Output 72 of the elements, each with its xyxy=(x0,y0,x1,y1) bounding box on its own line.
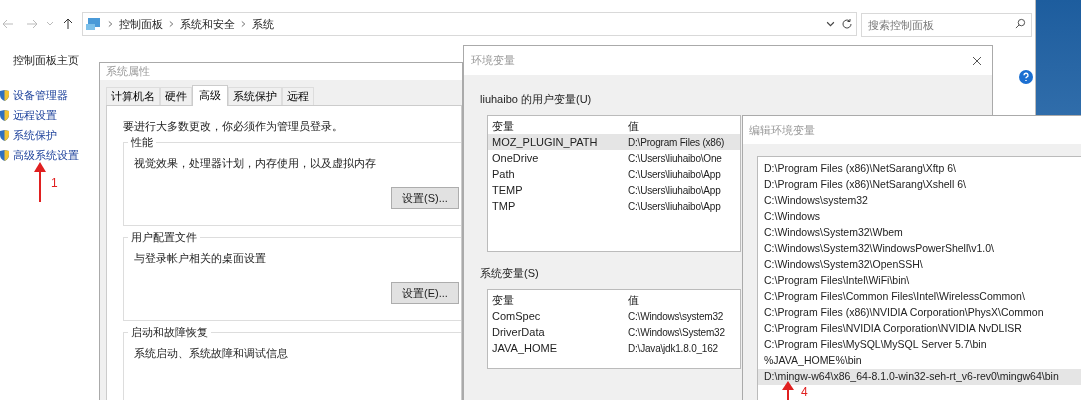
path-entry[interactable]: C:\Program Files\NVIDIA Corporation\NVIDIA NvDLISR xyxy=(758,321,1081,337)
chevron-icon xyxy=(241,20,246,28)
window-title: 环境变量 xyxy=(471,53,515,69)
sidebar-link[interactable]: 设备管理器 xyxy=(13,86,68,104)
search-icon xyxy=(1015,18,1026,29)
path-entry[interactable]: C:\Program Files\Common Files\Intel\WirelessCommon\ xyxy=(758,289,1081,305)
annotation-arrow xyxy=(782,381,794,400)
up-icon[interactable] xyxy=(62,18,74,30)
breadcrumb-item[interactable]: 控制面板 xyxy=(119,15,163,33)
group-title: 启动和故障恢复 xyxy=(128,325,211,339)
chevron-icon xyxy=(169,20,174,28)
list-row[interactable]: JAVA_HOME D:\Java\jdk1.8.0_162 xyxy=(488,340,740,356)
path-entry[interactable]: C:\Program Files\Intel\WiFi\bin\ xyxy=(758,273,1081,289)
group-title: 性能 xyxy=(128,135,156,149)
column-header: 变量 xyxy=(491,118,515,134)
chevron-icon xyxy=(108,20,113,28)
tab[interactable]: 远程 xyxy=(282,86,314,105)
list-row[interactable]: ComSpec C:\Windows\system32 xyxy=(488,308,740,324)
settings-button[interactable]: 设置(S)... xyxy=(391,187,459,209)
close-icon[interactable] xyxy=(972,55,982,66)
path-entry[interactable]: C:\Program Files\MySQL\MySQL Server 5.7\bin xyxy=(758,337,1081,353)
list-row[interactable]: DriverData C:\Windows\System32 xyxy=(488,324,740,340)
help-icon[interactable] xyxy=(1019,70,1033,84)
path-entry[interactable]: C:\Program Files (x86)\NVIDIA Corporation\PhysX\Common xyxy=(758,305,1081,321)
control-panel-icon xyxy=(86,17,102,31)
path-entry[interactable]: C:\Windows\System32\OpenSSH\ xyxy=(758,257,1081,273)
breadcrumb-item[interactable]: 系统 xyxy=(252,15,274,33)
annotation-arrow xyxy=(34,162,46,202)
sidebar-link[interactable]: 高级系统设置 xyxy=(13,146,79,164)
tab[interactable]: 计算机名 xyxy=(106,86,160,105)
group-title: 用户配置文件 xyxy=(128,230,200,244)
path-entry[interactable]: D:\mingw-w64\x86_64-8.1.0-win32-seh-rt_v6-rev0\mingw64\bin xyxy=(758,369,1081,385)
address-bar[interactable]: 控制面板 系统和安全 系统 xyxy=(82,12,857,36)
annotation-number: 1 xyxy=(51,176,58,190)
list-row[interactable]: Path C:\Users\liuhaibo\App xyxy=(488,166,740,182)
group-description: 与登录帐户相关的桌面设置 xyxy=(134,251,267,266)
column-header: 变量 xyxy=(491,292,515,308)
tab[interactable]: 高级 xyxy=(192,84,228,106)
path-entry[interactable]: %JAVA_HOME%\bin xyxy=(758,353,1081,369)
tab[interactable]: 硬件 xyxy=(160,86,192,105)
path-entry[interactable]: C:\Windows\system32 xyxy=(758,193,1081,209)
sidebar-link[interactable]: 系统保护 xyxy=(13,126,57,144)
list-row[interactable]: TEMP C:\Users\liuhaibo\App xyxy=(488,182,740,198)
shield-icon xyxy=(0,89,9,101)
notice-text: 要进行大多数更改，你必须作为管理员登录。 xyxy=(123,118,344,134)
shield-icon xyxy=(0,109,9,121)
annotation-number: 4 xyxy=(801,385,808,399)
group-description: 视觉效果，处理器计划，内存使用，以及虚拟内存 xyxy=(134,156,377,171)
list-row[interactable]: MOZ_PLUGIN_PATH D:\Program Files (x86) xyxy=(488,134,740,150)
search-field[interactable]: 搜索控制面板 xyxy=(861,13,1032,37)
path-entry[interactable]: D:\Program Files (x86)\NetSarang\Xshell 6\ xyxy=(758,177,1081,193)
column-header: 值 xyxy=(628,292,639,308)
group-title: liuhaibo 的用户变量(U) xyxy=(480,92,593,106)
dropdown-icon[interactable] xyxy=(826,19,835,29)
path-entry[interactable]: C:\Windows\System32\WindowsPowerShell\v1.0\ xyxy=(758,241,1081,257)
window-title: 编辑环境变量 xyxy=(749,122,815,138)
column-header: 值 xyxy=(628,118,639,134)
list-row[interactable]: TMP C:\Users\liuhaibo\App xyxy=(488,198,740,214)
list-row[interactable]: OneDrive C:\Users\liuhaibo\One xyxy=(488,150,740,166)
path-entry[interactable]: D:\Program Files (x86)\NetSarang\Xftp 6\ xyxy=(758,161,1081,177)
refresh-icon[interactable] xyxy=(841,18,853,30)
sidebar-home-link[interactable]: 控制面板主页 xyxy=(0,52,79,68)
group-description: 系统启动、系统故障和调试信息 xyxy=(134,346,289,361)
settings-button[interactable]: 设置(E)... xyxy=(391,282,459,304)
shield-icon xyxy=(0,149,9,161)
tab[interactable]: 系统保护 xyxy=(228,86,282,105)
sidebar-link[interactable]: 远程设置 xyxy=(13,106,57,124)
path-entry[interactable]: C:\Windows xyxy=(758,209,1081,225)
window-title: 系统属性 xyxy=(106,64,150,79)
shield-icon xyxy=(0,129,9,141)
breadcrumb-item[interactable]: 系统和安全 xyxy=(180,15,235,33)
path-entry[interactable]: C:\Windows\System32\Wbem xyxy=(758,225,1081,241)
